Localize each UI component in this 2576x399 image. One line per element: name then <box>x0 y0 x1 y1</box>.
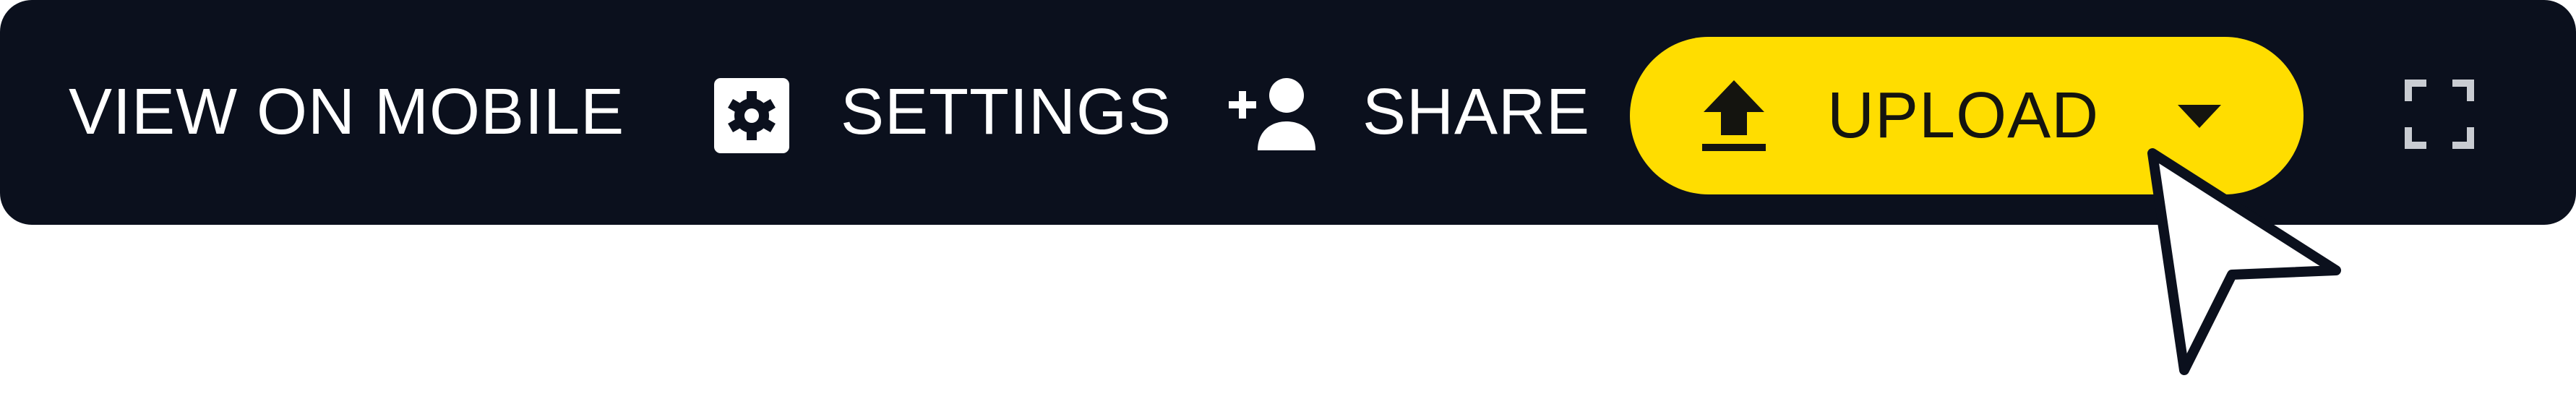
gear-icon <box>714 78 789 153</box>
caret-down-icon[interactable] <box>2178 105 2221 128</box>
upload-button[interactable]: UPLOAD <box>1630 37 2304 194</box>
add-person-icon <box>1229 78 1315 150</box>
share-button[interactable]: SHARE <box>1229 0 1597 225</box>
view-on-mobile-button[interactable]: VIEW ON MOBILE <box>69 0 624 225</box>
upload-label: UPLOAD <box>1827 79 2100 152</box>
share-label: SHARE <box>1362 76 1591 148</box>
fullscreen-icon[interactable] <box>2405 80 2474 149</box>
view-on-mobile-label: VIEW ON MOBILE <box>69 76 625 148</box>
upload-arrow-icon <box>1702 80 1766 151</box>
settings-button[interactable]: SETTINGS <box>712 0 1211 225</box>
settings-label: SETTINGS <box>841 76 1172 148</box>
toolbar: VIEW ON MOBILE SETTINGS SHARE UPLOAD <box>0 0 2576 225</box>
